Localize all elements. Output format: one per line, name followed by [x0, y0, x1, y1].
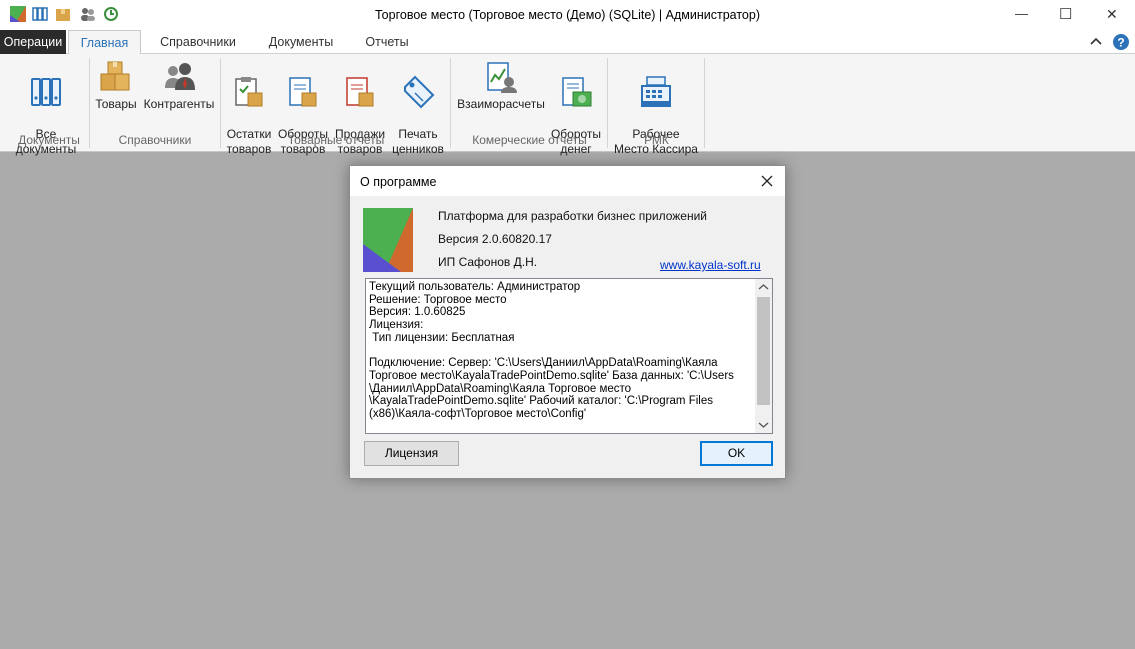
- details-textbox[interactable]: Текущий пользователь: Администратор Реше…: [365, 278, 773, 434]
- goods-button[interactable]: Товары: [94, 60, 138, 112]
- close-icon: ✕: [1106, 6, 1118, 22]
- dialog-title-bar: О программе: [350, 166, 785, 196]
- contacts-icon: [165, 63, 195, 90]
- window-title: Торговое место (Торговое место (Демо) (S…: [375, 8, 760, 22]
- group-separator: [704, 58, 705, 148]
- cash-register-icon: [641, 76, 671, 107]
- title-bar: Торговое место (Торговое место (Демо) (S…: [0, 0, 1135, 30]
- author-text: ИП Сафонов Д.Н.: [438, 255, 538, 269]
- price-tag-icon: [404, 75, 435, 109]
- maximize-icon: ☐: [1059, 6, 1073, 23]
- chart-icon: [487, 62, 517, 93]
- chevron-down-icon[interactable]: [755, 416, 772, 433]
- platform-text: Платформа для разработки бизнес приложен…: [438, 209, 707, 223]
- help-icon[interactable]: ?: [1112, 33, 1130, 51]
- clipboard-icon: [235, 77, 263, 107]
- about-dialog: О программе Платформа для разработки биз…: [349, 165, 786, 479]
- contractors-label: Контрагенты: [143, 97, 215, 111]
- ribbon: Все документы Документы Товары Контраген…: [0, 54, 1135, 156]
- report-icon: [346, 77, 374, 107]
- minimize-icon: —: [1015, 6, 1028, 21]
- money-icon: [562, 77, 592, 107]
- website-link[interactable]: www.kayala-soft.ru: [660, 258, 761, 272]
- ok-button[interactable]: OK: [700, 441, 773, 466]
- tab-reports[interactable]: Отчеты: [352, 30, 422, 54]
- settlements-label: Взаиморасчеты: [457, 97, 545, 111]
- app-logo-icon: [363, 208, 413, 272]
- tab-operations[interactable]: Операции: [0, 30, 66, 54]
- scrollbar-thumb[interactable]: [757, 297, 770, 405]
- collapse-icon[interactable]: [1087, 33, 1105, 51]
- tab-home[interactable]: Главная: [68, 30, 141, 55]
- settlements-button[interactable]: Взаиморасчеты: [454, 60, 548, 112]
- group-label-documents: Документы: [18, 133, 80, 147]
- tab-documents[interactable]: Документы: [256, 30, 346, 54]
- group-label-rmk: РМК: [644, 133, 669, 147]
- close-button[interactable]: ✕: [1089, 0, 1135, 30]
- binders-icon: [31, 78, 61, 106]
- group-label-directories: Справочники: [118, 133, 192, 147]
- license-button[interactable]: Лицензия: [364, 441, 459, 466]
- contractors-button[interactable]: Контрагенты: [142, 60, 216, 112]
- close-icon[interactable]: [755, 170, 779, 192]
- boxes-icon: [100, 61, 130, 91]
- group-label-goods-reports: Товарные отчеты: [287, 133, 385, 147]
- dialog-title: О программе: [360, 175, 437, 189]
- ribbon-tabs: Операции Главная Справочники Документы О…: [0, 30, 1135, 55]
- details-text: Текущий пользователь: Администратор Реше…: [369, 281, 734, 421]
- tab-directories[interactable]: Справочники: [148, 30, 248, 54]
- svg-text:?: ?: [1117, 36, 1124, 50]
- minimize-button[interactable]: —: [998, 0, 1044, 30]
- version-text: Версия 2.0.60820.17: [438, 232, 552, 246]
- maximize-button[interactable]: ☐: [1043, 0, 1089, 30]
- chevron-up-icon[interactable]: [755, 279, 772, 296]
- report-icon: [289, 77, 317, 107]
- goods-label: Товары: [95, 97, 137, 111]
- group-label-commercial: Комерческие отчеты: [472, 133, 587, 147]
- details-scrollbar[interactable]: [755, 279, 772, 433]
